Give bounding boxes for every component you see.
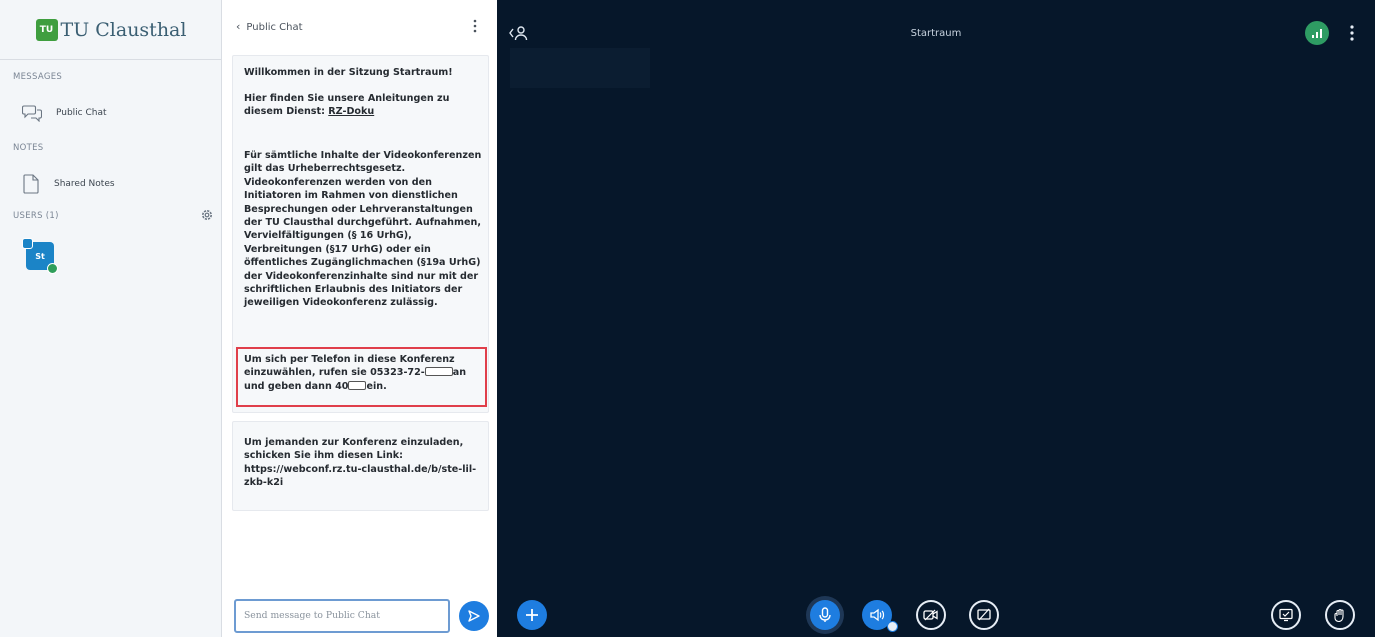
invite-message: Um jemanden zur Konferenz einzuladen, sc… xyxy=(244,437,477,489)
chat-back-button[interactable]: ‹ Public Chat xyxy=(236,20,303,33)
welcome-message: Willkommen in der Sitzung Startraum! xyxy=(244,66,484,79)
notes-section-title: NOTES xyxy=(13,143,44,153)
chat-header: ‹ Public Chat xyxy=(222,0,497,50)
logo-text: TU Clausthal xyxy=(60,18,187,41)
hand-icon xyxy=(1334,608,1344,622)
screen-share-button[interactable] xyxy=(969,600,999,630)
messages-section-title: MESSAGES xyxy=(13,72,63,82)
sidebar-item-label: Public Chat xyxy=(56,108,107,118)
dialin-text-2: an xyxy=(452,367,467,379)
camera-button[interactable] xyxy=(916,600,946,630)
room-title: Startraum xyxy=(910,28,962,39)
sidebar-item-public-chat[interactable]: Public Chat xyxy=(22,98,212,128)
chat-bubbles-icon xyxy=(22,105,42,122)
notes-icon xyxy=(23,174,39,194)
avatar-initials: St xyxy=(35,251,45,261)
presenter-badge xyxy=(22,238,33,249)
send-icon xyxy=(468,610,480,622)
rz-doku-link[interactable]: RZ-Doku xyxy=(328,106,374,117)
welcome-room: Startraum! xyxy=(392,67,453,78)
dialin-message: Um sich per Telefon in diese Konferenz e… xyxy=(244,353,484,393)
mute-button[interactable] xyxy=(810,600,840,630)
plus-icon xyxy=(526,609,538,621)
speaker-icon xyxy=(870,608,885,622)
redacted-box xyxy=(348,380,367,390)
presentation-button[interactable] xyxy=(1271,600,1301,630)
gear-icon[interactable] xyxy=(200,208,214,222)
dialin-text-3: und geben dann 40 xyxy=(244,380,349,392)
send-button[interactable] xyxy=(459,601,489,631)
microphone-icon xyxy=(819,607,831,622)
presentation-icon xyxy=(1279,608,1293,622)
camera-icon xyxy=(923,609,938,621)
chat-message-input[interactable]: Send message to Public Chat xyxy=(234,599,450,633)
redacted-box xyxy=(424,367,453,377)
more-options-icon[interactable] xyxy=(1347,24,1357,42)
main-conference-area: Startraum xyxy=(497,0,1375,637)
raise-hand-button[interactable] xyxy=(1325,600,1355,630)
more-options-icon[interactable] xyxy=(468,18,482,34)
chevron-left-icon: ‹ xyxy=(236,20,241,33)
guide-message: Hier finden Sie unsere Anleitungen zu di… xyxy=(244,92,484,119)
connection-status[interactable] xyxy=(1305,21,1329,45)
signal-bars-icon xyxy=(1312,29,1322,38)
sidebar-item-label: Shared Notes xyxy=(54,179,115,189)
dialin-text-1: Um sich per Telefon in diese Konferenz e… xyxy=(244,354,455,379)
voice-badge xyxy=(47,263,58,274)
welcome-prefix: Willkommen in der Sitzung xyxy=(244,67,393,78)
screen-share-icon xyxy=(977,608,991,621)
dialin-text-4: ein. xyxy=(366,380,387,392)
user-list-panel: TU TU Clausthal MESSAGES Public Chat NOT… xyxy=(0,0,222,637)
video-placeholder xyxy=(510,48,650,88)
chat-title: Public Chat xyxy=(246,22,303,33)
avatar[interactable]: St xyxy=(22,238,58,274)
users-section-title: USERS (1) xyxy=(13,211,59,221)
actions-button[interactable] xyxy=(517,600,547,630)
legal-message: Für sämtliche Inhalte der Videokonferenz… xyxy=(244,150,482,309)
sidebar-item-shared-notes[interactable]: Shared Notes xyxy=(22,169,212,199)
logo-mark: TU xyxy=(35,18,58,41)
audio-settings-badge[interactable] xyxy=(887,621,898,632)
logo: TU TU Clausthal xyxy=(0,0,222,60)
